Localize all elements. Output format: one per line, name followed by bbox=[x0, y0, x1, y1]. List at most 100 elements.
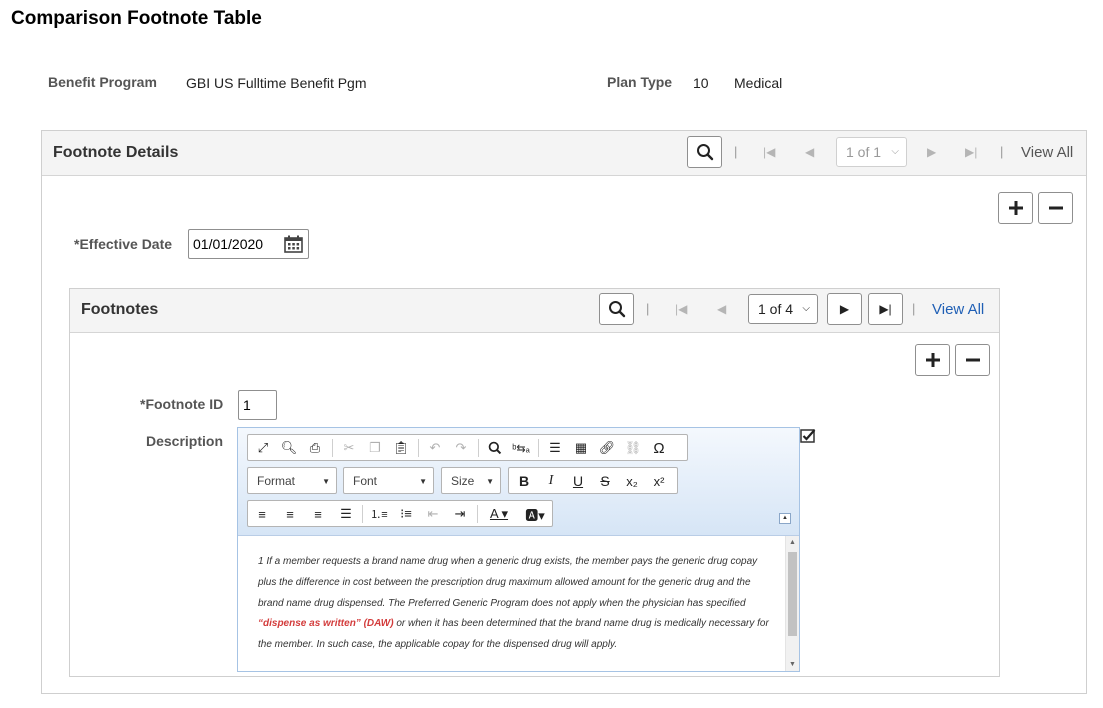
editor-scrollbar[interactable]: ▲ ▼ bbox=[785, 536, 799, 671]
plan-type-name: Medical bbox=[734, 75, 783, 91]
decrease-indent-icon[interactable]: ⇤ bbox=[422, 504, 444, 524]
justify-icon[interactable]: ☰ bbox=[335, 504, 357, 524]
maximize-icon[interactable]: ⤢ bbox=[252, 438, 274, 458]
numbered-list-icon[interactable]: ⒈≡ bbox=[368, 504, 390, 524]
special-character-icon[interactable]: Ω bbox=[648, 438, 670, 458]
superscript-icon[interactable]: x² bbox=[648, 471, 670, 491]
delete-footnote-row-button[interactable] bbox=[955, 344, 990, 376]
footnote-details-pager-select[interactable]: 1 of 1 ⌵ bbox=[836, 137, 907, 167]
add-row-icon bbox=[925, 353, 940, 367]
footnote-id-input[interactable]: 1 bbox=[238, 390, 277, 420]
horizontal-line-icon[interactable]: ☰ bbox=[544, 438, 566, 458]
increase-indent-icon[interactable]: ⇥ bbox=[449, 504, 471, 524]
caret-down-icon: ▼ bbox=[419, 477, 427, 486]
link-icon[interactable]: 🔗︎ bbox=[596, 438, 618, 458]
search-icon bbox=[608, 301, 625, 318]
scroll-down-icon[interactable]: ▼ bbox=[789, 661, 796, 668]
separator: | bbox=[912, 301, 916, 316]
footnote-details-view-all[interactable]: View All bbox=[1021, 144, 1073, 161]
first-page-icon[interactable]: |◀ bbox=[675, 302, 687, 316]
previous-page-icon[interactable]: ◀ bbox=[717, 302, 726, 316]
subscript-icon[interactable]: x₂ bbox=[621, 471, 643, 491]
scroll-up-icon[interactable]: ▲ bbox=[789, 539, 796, 546]
table-icon[interactable]: ▦ bbox=[570, 438, 592, 458]
background-color-icon[interactable]: 🅰︎▾ bbox=[519, 504, 551, 524]
delete-effective-date-row-button[interactable] bbox=[1038, 192, 1073, 224]
toolbar-row-3: ≡ ≡ ≡ ☰ ⒈≡ ⁝≡ ⇤ ⇥ A ▾ 🅰︎▾ bbox=[247, 500, 553, 527]
collapse-toolbar-icon[interactable]: ▲ bbox=[779, 513, 791, 524]
calendar-icon[interactable] bbox=[284, 235, 303, 253]
caret-down-icon: ▼ bbox=[486, 477, 494, 486]
footnote-id-label: *Footnote ID bbox=[140, 396, 224, 412]
find-icon[interactable] bbox=[484, 438, 506, 458]
search-icon bbox=[696, 144, 713, 161]
footnotes-view-all[interactable]: View All bbox=[932, 301, 984, 318]
align-left-icon[interactable]: ≡ bbox=[251, 504, 273, 524]
rich-text-editor: ⤢ 🔍︎ ⎙ ✂ ❐ 📋︎ ↶ ↷ ᵇ⇆ₐ ☰ ▦ 🔗︎ ⛓ Ω Format … bbox=[237, 427, 800, 672]
redo-icon[interactable]: ↷ bbox=[450, 438, 472, 458]
underline-icon[interactable]: U bbox=[567, 471, 589, 491]
chevron-down-icon: ⌵ bbox=[802, 303, 810, 314]
footnotes-next-button[interactable]: ▶ bbox=[827, 293, 862, 325]
scroll-thumb[interactable] bbox=[788, 552, 797, 636]
size-dropdown[interactable]: Size ▼ bbox=[441, 467, 501, 494]
footnote-details-header: Footnote Details | |◀ ◀ 1 of 1 ⌵ ▶ ▶| | … bbox=[42, 131, 1086, 176]
description-label: Description bbox=[146, 433, 224, 449]
pager-value: 1 of 4 bbox=[758, 301, 794, 317]
align-right-icon[interactable]: ≡ bbox=[307, 504, 329, 524]
text-color-icon[interactable]: A ▾ bbox=[483, 504, 515, 524]
toolbar-text-style-group: B I U S x₂ x² bbox=[508, 467, 678, 494]
footnotes-pager-select[interactable]: 1 of 4 ⌵ bbox=[748, 294, 818, 324]
chevron-down-icon: ⌵ bbox=[891, 146, 899, 157]
size-label: Size bbox=[451, 474, 475, 488]
footnote-text-highlight: “dispense as written” (DAW) bbox=[258, 618, 394, 630]
format-dropdown[interactable]: Format ▼ bbox=[247, 467, 337, 494]
separator: | bbox=[734, 144, 738, 159]
next-page-icon[interactable]: ▶ bbox=[927, 145, 936, 159]
footnotes-last-button[interactable]: ▶| bbox=[868, 293, 903, 325]
first-page-icon[interactable]: |◀ bbox=[763, 145, 775, 159]
plan-type-code: 10 bbox=[693, 75, 709, 91]
font-label: Font bbox=[353, 474, 378, 488]
footnotes-search-button[interactable] bbox=[599, 293, 634, 325]
footnote-id-value: 1 bbox=[243, 397, 251, 413]
copy-icon[interactable]: ❐ bbox=[364, 438, 386, 458]
unlink-icon[interactable]: ⛓ bbox=[622, 438, 644, 458]
align-center-icon[interactable]: ≡ bbox=[279, 504, 301, 524]
bold-icon[interactable]: B bbox=[513, 471, 535, 491]
strikethrough-icon[interactable]: S bbox=[594, 471, 616, 491]
paste-icon[interactable]: 📋︎ bbox=[390, 438, 412, 458]
undo-icon[interactable]: ↶ bbox=[424, 438, 446, 458]
cut-icon[interactable]: ✂ bbox=[338, 438, 360, 458]
next-page-icon: ▶ bbox=[839, 302, 850, 316]
pager-value: 1 of 1 bbox=[846, 144, 882, 160]
font-dropdown[interactable]: Font ▼ bbox=[343, 467, 434, 494]
separator: | bbox=[646, 301, 650, 316]
delete-row-icon bbox=[1048, 206, 1063, 210]
effective-date-input[interactable]: 01/01/2020 bbox=[188, 229, 309, 259]
add-effective-date-row-button[interactable] bbox=[998, 192, 1033, 224]
footnotes-header: Footnotes | |◀ ◀ 1 of 4 ⌵ ▶ ▶| | View Al… bbox=[70, 289, 999, 333]
spell-check-icon[interactable] bbox=[800, 428, 816, 443]
benefit-program-label: Benefit Program bbox=[48, 74, 157, 90]
delete-row-icon bbox=[965, 358, 980, 362]
separator: | bbox=[1000, 144, 1004, 159]
editor-content[interactable]: 1 If a member requests a brand name drug… bbox=[238, 536, 783, 671]
footnote-details-title: Footnote Details bbox=[53, 144, 179, 161]
footnotes-title: Footnotes bbox=[81, 301, 159, 318]
add-row-icon bbox=[1008, 201, 1023, 215]
add-footnote-row-button[interactable] bbox=[915, 344, 950, 376]
editor-toolbar: ⤢ 🔍︎ ⎙ ✂ ❐ 📋︎ ↶ ↷ ᵇ⇆ₐ ☰ ▦ 🔗︎ ⛓ Ω Format … bbox=[238, 428, 799, 536]
footnote-details-search-button[interactable] bbox=[687, 136, 722, 168]
previous-page-icon[interactable]: ◀ bbox=[805, 145, 814, 159]
bulleted-list-icon[interactable]: ⁝≡ bbox=[395, 504, 417, 524]
page-title: Comparison Footnote Table bbox=[11, 8, 262, 29]
preview-icon[interactable]: 🔍︎ bbox=[278, 438, 300, 458]
last-page-icon[interactable]: ▶| bbox=[965, 145, 977, 159]
effective-date-value: 01/01/2020 bbox=[193, 236, 264, 252]
effective-date-label: *Effective Date bbox=[74, 236, 173, 252]
replace-icon[interactable]: ᵇ⇆ₐ bbox=[510, 438, 532, 458]
footnote-text-part1: 1 If a member requests a brand name drug… bbox=[258, 556, 758, 609]
italic-icon[interactable]: I bbox=[540, 471, 562, 491]
print-icon[interactable]: ⎙ bbox=[304, 438, 326, 458]
